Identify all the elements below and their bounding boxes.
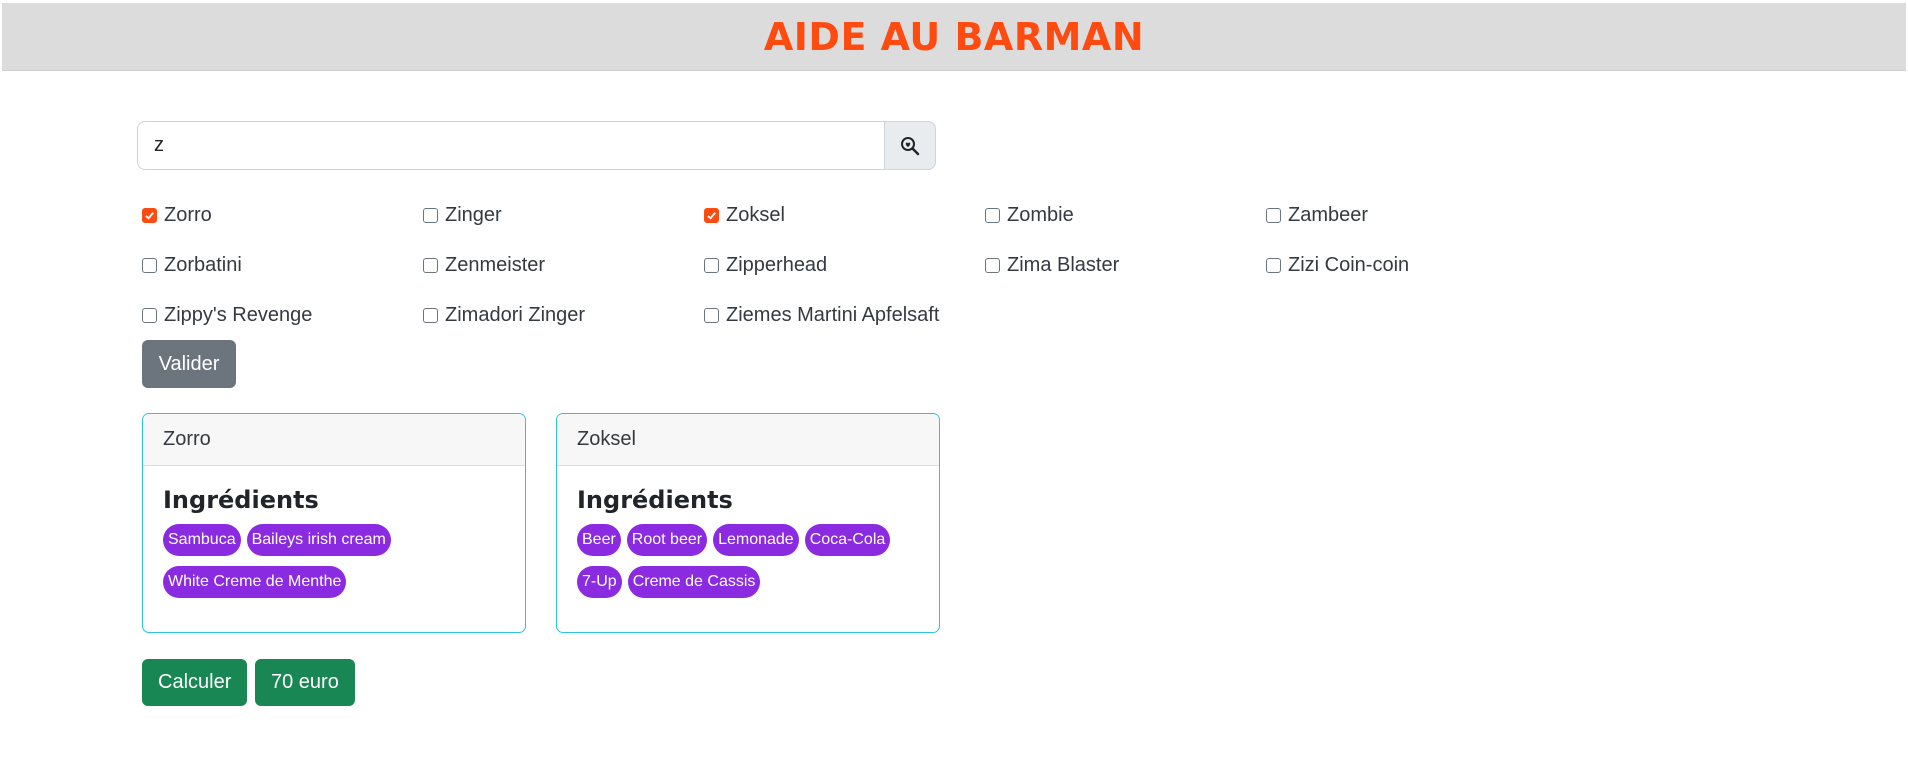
- calculer-button[interactable]: Calculer: [142, 659, 248, 706]
- cocktail-option-label: Zima Blaster: [1007, 253, 1120, 276]
- checkbox[interactable]: [985, 257, 1000, 273]
- valider-button[interactable]: Valider: [142, 340, 236, 388]
- ingredient-badge: Lemonade: [713, 524, 799, 556]
- checkbox[interactable]: [704, 207, 719, 223]
- page-title: AIDE AU BARMAN: [763, 14, 1145, 59]
- checkbox[interactable]: [1266, 207, 1281, 223]
- card-body: Ingrédients Beer Root beer Lemonade Coca…: [557, 466, 939, 598]
- cocktail-option[interactable]: Zizi Coin-coin: [1266, 250, 1409, 280]
- cocktail-option-label: Zipperhead: [726, 253, 828, 276]
- cocktail-option[interactable]: Zima Blaster: [985, 250, 1119, 280]
- cocktail-option[interactable]: Ziemes Martini Apfelsaft: [704, 300, 939, 330]
- cocktail-option[interactable]: Zambeer: [1266, 200, 1368, 230]
- search-input[interactable]: [137, 121, 884, 170]
- cocktail-option[interactable]: Zimadori Zinger: [423, 300, 585, 330]
- search-button[interactable]: [884, 121, 936, 170]
- cocktail-option[interactable]: Zorro: [142, 200, 212, 230]
- cocktail-option[interactable]: Zombie: [985, 200, 1074, 230]
- cocktail-option-label: Zimadori Zinger: [445, 303, 586, 326]
- card-body: Ingrédients Sambuca Baileys irish cream …: [143, 466, 525, 598]
- cocktail-option[interactable]: Zipperhead: [704, 250, 827, 280]
- cocktail-option-label: Zorro: [164, 203, 212, 226]
- header-bar: AIDE AU BARMAN: [2, 3, 1906, 71]
- card-title: Ingrédients: [577, 486, 733, 514]
- cocktail-option-label: Zoksel: [726, 203, 785, 226]
- card-title: Ingrédients: [163, 486, 319, 514]
- ingredient-badge: White Creme de Menthe: [163, 566, 347, 598]
- checkbox[interactable]: [423, 207, 438, 223]
- cocktail-card-zoksel: Zoksel Ingrédients Beer Root beer Lemona…: [556, 413, 940, 633]
- checkbox[interactable]: [423, 307, 438, 323]
- cocktail-option-label: Zombie: [1007, 203, 1074, 226]
- cocktail-card-zorro: Zorro Ingrédients Sambuca Baileys irish …: [142, 413, 526, 633]
- ingredient-badge: Creme de Cassis: [627, 566, 761, 598]
- ingredient-list: Sambuca Baileys irish cream White Creme …: [163, 524, 505, 598]
- cocktail-option-label: Ziemes Martini Apfelsaft: [726, 303, 940, 326]
- cocktail-option[interactable]: Zinger: [423, 200, 502, 230]
- cocktail-option[interactable]: Zoksel: [704, 200, 785, 230]
- cocktail-option[interactable]: Zorbatini: [142, 250, 242, 280]
- card-header: Zoksel: [557, 414, 939, 466]
- checkbox[interactable]: [142, 307, 157, 323]
- ingredient-badge: Coca-Cola: [804, 524, 891, 556]
- checkbox[interactable]: [704, 257, 719, 273]
- cocktail-option-label: Zinger: [445, 203, 502, 226]
- ingredient-badge: Sambuca: [163, 524, 241, 556]
- cocktail-option[interactable]: Zenmeister: [423, 250, 545, 280]
- cocktail-option-label: Zambeer: [1288, 203, 1369, 226]
- ingredient-list: Beer Root beer Lemonade Coca-Cola 7-Up C…: [577, 524, 919, 598]
- cocktail-option-label: Zenmeister: [445, 253, 546, 276]
- search-group: [137, 121, 936, 170]
- checkbox[interactable]: [704, 307, 719, 323]
- search-icon: [901, 136, 920, 155]
- checkbox[interactable]: [142, 257, 157, 273]
- cocktail-option[interactable]: Zippy's Revenge: [142, 300, 312, 330]
- ingredient-badge: Baileys irish cream: [246, 524, 391, 556]
- checkbox[interactable]: [423, 257, 438, 273]
- ingredient-badge: Root beer: [626, 524, 708, 556]
- ingredient-badge: Beer: [577, 524, 621, 556]
- price-button[interactable]: 70 euro: [255, 659, 355, 706]
- cocktail-option-label: Zorbatini: [164, 253, 242, 276]
- checkbox[interactable]: [985, 207, 1000, 223]
- checkbox[interactable]: [1266, 257, 1281, 273]
- cocktail-option-label: Zippy's Revenge: [164, 303, 313, 326]
- checkbox[interactable]: [142, 207, 157, 223]
- cocktail-option-label: Zizi Coin-coin: [1288, 253, 1410, 276]
- card-header: Zorro: [143, 414, 525, 466]
- ingredient-badge: 7-Up: [577, 566, 622, 598]
